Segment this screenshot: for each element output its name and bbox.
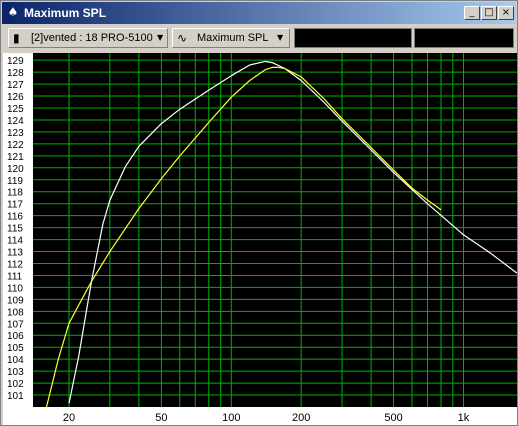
y-tick-label: 106 <box>7 331 24 342</box>
chevron-down-icon[interactable]: ▼ <box>277 29 283 47</box>
y-tick-label: 127 <box>7 80 24 91</box>
maximize-button[interactable]: □ <box>481 6 497 20</box>
x-tick-label: 50 <box>155 412 167 424</box>
y-tick-label: 120 <box>7 164 24 175</box>
close-button[interactable]: × <box>498 6 514 20</box>
y-tick-label: 125 <box>7 104 24 115</box>
readout-box-1 <box>294 28 412 48</box>
y-tick-label: 115 <box>7 224 23 235</box>
driver-select-label: [2]vented : 18 PRO-5100 <box>31 32 153 44</box>
y-tick-label: 112 <box>7 259 23 270</box>
toolbar: ▮ [2]vented : 18 PRO-5100 ▼ ∿ Maximum SP… <box>2 25 516 51</box>
x-tick-label: 500 <box>384 412 402 424</box>
y-tick-label: 121 <box>7 152 24 163</box>
y-tick-label: 110 <box>7 283 23 294</box>
y-tick-label: 111 <box>7 271 23 282</box>
graph-type-select[interactable]: ∿ Maximum SPL ▼ <box>172 28 290 48</box>
y-tick-label: 128 <box>7 68 24 79</box>
driver-select[interactable]: ▮ [2]vented : 18 PRO-5100 ▼ <box>8 28 168 48</box>
speaker-icon: ▮ <box>13 31 20 45</box>
title-bar[interactable]: ♠ Maximum SPL _ □ × <box>2 2 516 24</box>
y-tick-label: 113 <box>7 248 23 259</box>
x-tick-label: 1k <box>458 412 470 424</box>
x-tick-label: 200 <box>292 412 310 424</box>
readout-box-2 <box>414 28 514 48</box>
y-tick-label: 102 <box>7 379 24 390</box>
plot-area <box>33 53 517 407</box>
x-tick-label: 100 <box>222 412 240 424</box>
speaker-app-icon[interactable]: ♠ <box>6 5 20 19</box>
y-tick-label: 109 <box>7 295 24 306</box>
x-axis-label-area <box>3 407 517 425</box>
y-tick-label: 114 <box>7 236 23 247</box>
graph-type-label: Maximum SPL <box>197 32 269 44</box>
y-tick-label: 105 <box>7 343 24 354</box>
y-tick-label: 103 <box>7 367 24 378</box>
y-tick-label: 116 <box>7 212 23 223</box>
x-tick-label: 20 <box>63 412 75 424</box>
y-tick-label: 118 <box>7 188 23 199</box>
max-spl-chart[interactable]: 1011021031041051061071081091101111121131… <box>3 53 517 425</box>
y-tick-label: 119 <box>7 176 23 187</box>
maximum-spl-window: ♠ Maximum SPL _ □ × ▮ [2]vented : 18 PRO… <box>0 0 518 426</box>
y-tick-label: 117 <box>7 200 23 211</box>
y-tick-label: 129 <box>7 56 24 67</box>
y-tick-label: 101 <box>7 391 24 402</box>
sine-wave-icon: ∿ <box>177 31 188 45</box>
chevron-down-icon[interactable]: ▼ <box>157 29 163 47</box>
minimize-button[interactable]: _ <box>464 6 480 20</box>
y-tick-label: 124 <box>7 116 24 127</box>
window-title: Maximum SPL <box>24 6 107 20</box>
y-tick-label: 108 <box>7 307 24 318</box>
y-tick-label: 122 <box>7 140 24 151</box>
y-tick-label: 123 <box>7 128 24 139</box>
y-tick-label: 104 <box>7 355 24 366</box>
y-tick-label: 126 <box>7 92 24 103</box>
y-tick-label: 107 <box>7 319 24 330</box>
